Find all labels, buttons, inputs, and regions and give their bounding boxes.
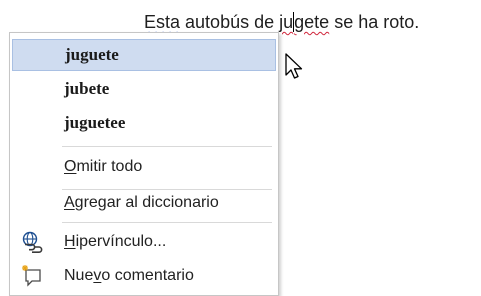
add-to-dictionary-label: Agregar al diccionario	[64, 194, 219, 211]
new-comment-icon	[22, 265, 41, 287]
suggestion-jubete[interactable]: jubete	[12, 73, 276, 105]
menu-separator	[62, 146, 272, 147]
suggestion-label: juguete	[65, 45, 119, 64]
mouse-pointer-icon	[285, 53, 303, 79]
suggestion-juguetee[interactable]: juguetee	[12, 107, 276, 139]
document-sentence[interactable]: Esta autobús de jugete se ha roto.	[144, 10, 419, 34]
suggestion-juguete[interactable]: juguete	[12, 39, 276, 71]
misspelled-word-part-2[interactable]: gete	[294, 12, 329, 32]
suggestion-label: jubete	[64, 79, 110, 98]
add-to-dictionary-item[interactable]: Agregar al diccionario	[12, 187, 276, 219]
misspelled-word-part-1[interactable]: ju	[279, 12, 293, 32]
suggestion-label: juguetee	[64, 113, 126, 132]
new-comment-item[interactable]: Nuevo comentario	[12, 260, 276, 292]
menu-separator	[62, 222, 272, 223]
sentence-text: autobús de	[180, 12, 280, 32]
spelling-context-menu: juguete jubete juguetee Omitir todo Agre…	[9, 32, 279, 296]
hyperlink-globe-icon	[22, 231, 43, 253]
new-comment-label: Nuevo comentario	[64, 267, 194, 284]
sentence-text-end: se ha roto.	[329, 12, 420, 32]
hyperlink-item[interactable]: Hipervínculo...	[12, 226, 276, 258]
misspelled-word-esta[interactable]: Esta	[144, 12, 180, 32]
ignore-all-label: Omitir todo	[64, 158, 143, 175]
hyperlink-label: Hipervínculo...	[64, 233, 167, 250]
ignore-all-item[interactable]: Omitir todo	[12, 151, 276, 183]
